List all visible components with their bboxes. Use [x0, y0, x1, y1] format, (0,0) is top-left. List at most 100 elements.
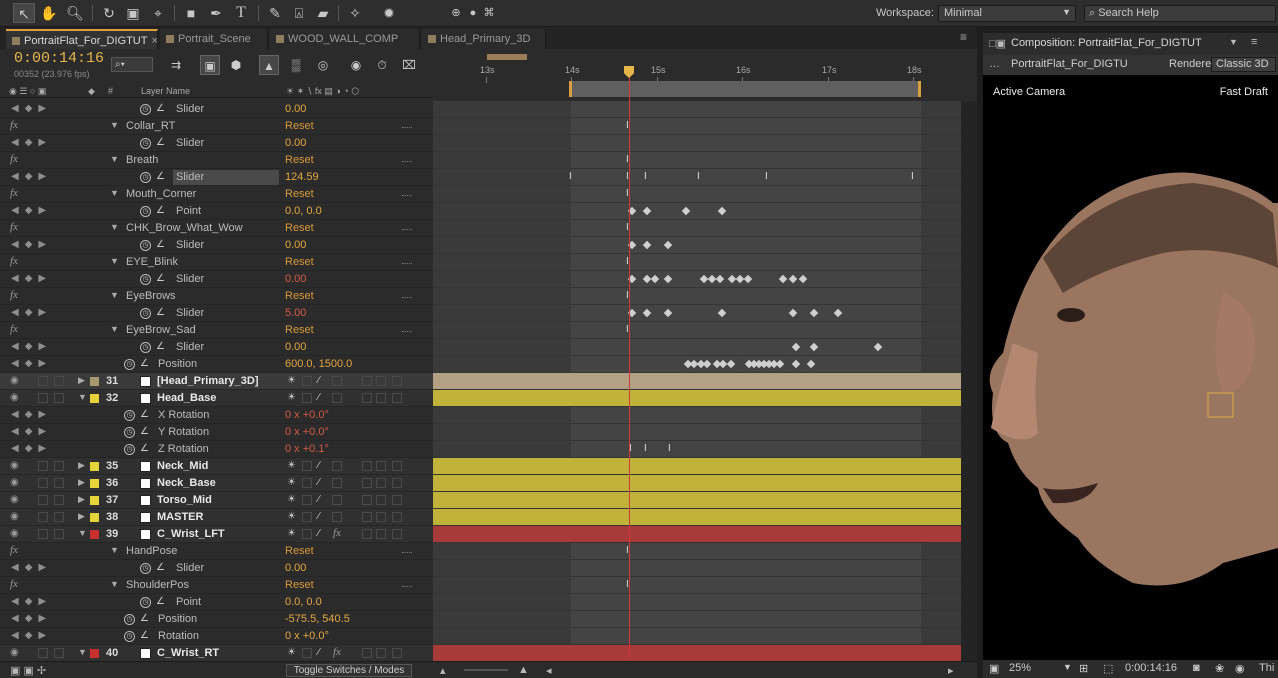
- quality-switch[interactable]: [302, 461, 312, 471]
- 3d-layer-switch[interactable]: [392, 393, 402, 403]
- property-value[interactable]: 0 x +0.0°: [285, 630, 329, 642]
- graph-icon[interactable]: ∠: [156, 273, 165, 284]
- quality-switch[interactable]: [302, 393, 312, 403]
- tab-composition[interactable]: Composition: PortraitFlat_For_DIGTUT: [1011, 37, 1202, 49]
- quality-slash-icon[interactable]: ∕: [318, 477, 320, 488]
- keyframe-navigator-icon[interactable]: ◀◆▶: [11, 273, 52, 284]
- shy-switch-icon[interactable]: ☀: [287, 392, 296, 403]
- track-row[interactable]: [433, 203, 961, 220]
- panel-menu-icon[interactable]: ≡: [960, 30, 967, 44]
- keyframe-navigator-icon[interactable]: ◀◆▶: [11, 426, 52, 437]
- property-value[interactable]: 0.0, 0.0: [285, 205, 322, 217]
- layer-duration-bar[interactable]: [433, 475, 961, 492]
- property-row[interactable]: ◀◆▶ ◷ ∠ Slider 5.00: [0, 305, 433, 322]
- reset-link[interactable]: Reset: [285, 579, 314, 591]
- tab-wood-wall-comp[interactable]: WOOD_WALL_COMP: [270, 29, 420, 49]
- property-row[interactable]: ◀◆▶ ◷ ∠ Rotation 0 x +0.0°: [0, 628, 433, 645]
- effect-row[interactable]: fx ▼ Collar_RT Reset: [0, 118, 433, 135]
- property-value[interactable]: 0.00: [285, 562, 306, 574]
- twirl-open-icon[interactable]: ▼: [78, 392, 87, 402]
- graph-icon[interactable]: ∠: [156, 239, 165, 250]
- clone-stamp-tool-icon[interactable]: ⍓: [288, 3, 310, 23]
- track-row[interactable]: [433, 322, 961, 339]
- track-row[interactable]: [433, 186, 961, 203]
- timeline-tracks[interactable]: IIIIIIIIIIIIIIIIII: [433, 101, 961, 661]
- effect-row[interactable]: fx ▼ Breath Reset: [0, 152, 433, 169]
- stopwatch-icon[interactable]: ⏱︎: [372, 55, 392, 75]
- toggle-region-icon[interactable]: ▣: [989, 662, 999, 675]
- solo-switch[interactable]: [38, 478, 48, 488]
- lock-switch[interactable]: [54, 393, 64, 403]
- shy-switch-icon[interactable]: ☀: [287, 511, 296, 522]
- graph-icon[interactable]: ∠: [156, 137, 165, 148]
- effect-switch[interactable]: [332, 512, 342, 522]
- property-value[interactable]: 0.00: [285, 341, 306, 353]
- quality-slash-icon[interactable]: ∕: [318, 511, 320, 522]
- track-row[interactable]: [433, 135, 961, 152]
- show-channel-icon[interactable]: ❀: [1215, 662, 1224, 675]
- label-color-swatch[interactable]: [90, 462, 99, 471]
- graph-icon[interactable]: ∠: [156, 103, 165, 114]
- effect-row[interactable]: fx ▼ CHK_Brow_What_Wow Reset: [0, 220, 433, 237]
- label-color-swatch[interactable]: [90, 479, 99, 488]
- quality-switch[interactable]: [302, 512, 312, 522]
- effect-switch[interactable]: [332, 393, 342, 403]
- stopwatch-icon[interactable]: ◷: [140, 563, 151, 574]
- comp-name[interactable]: PortraitFlat_For_DIGTU: [1011, 58, 1131, 70]
- graph-icon[interactable]: ∠: [140, 426, 149, 437]
- stopwatch-icon[interactable]: ◷: [124, 427, 135, 438]
- property-row[interactable]: ◀◆▶ ◷ ∠ Slider 124.59: [0, 169, 433, 186]
- keyframe-navigator-icon[interactable]: ◀◆▶: [11, 443, 52, 454]
- solo-switch[interactable]: [38, 461, 48, 471]
- layer-name[interactable]: MASTER: [157, 511, 203, 523]
- camera-tool-icon[interactable]: ▣: [122, 3, 144, 23]
- scroll-right-icon[interactable]: ▸: [948, 664, 954, 677]
- lock-switch[interactable]: [54, 495, 64, 505]
- property-value[interactable]: 0 x +0.0°: [285, 409, 329, 421]
- solo-switch[interactable]: [38, 495, 48, 505]
- chevron-down-icon[interactable]: ▼: [1063, 662, 1072, 672]
- hold-keyframe[interactable]: I: [644, 444, 649, 454]
- timeline-scrollbar[interactable]: [961, 101, 977, 661]
- visibility-eye-icon[interactable]: ◉: [10, 477, 19, 488]
- work-area-bar[interactable]: [569, 81, 921, 97]
- 3d-layer-switch[interactable]: [392, 648, 402, 658]
- twirl-open-icon[interactable]: ▼: [110, 154, 119, 164]
- keyframe-navigator-icon[interactable]: ◀◆▶: [11, 562, 52, 573]
- stopwatch-icon[interactable]: ◷: [140, 597, 151, 608]
- track-row[interactable]: [433, 118, 961, 135]
- property-row[interactable]: ◀◆▶ ◷ ∠ Slider 0.00: [0, 237, 433, 254]
- puppet-pin-tool-icon[interactable]: ✹: [378, 3, 400, 23]
- graph-icon[interactable]: ∠: [156, 341, 165, 352]
- adjustment-switch[interactable]: [376, 376, 386, 386]
- pan-behind-tool-icon[interactable]: ⌖: [147, 3, 169, 23]
- layer-row[interactable]: ◉ ▶ 38 MASTER ☀ ∕: [0, 509, 433, 526]
- type-tool-icon[interactable]: T: [230, 3, 252, 23]
- layer-duration-bar[interactable]: [433, 492, 961, 509]
- visibility-eye-icon[interactable]: ◉: [10, 392, 19, 403]
- hold-keyframe[interactable]: I: [911, 172, 916, 182]
- track-row[interactable]: [433, 628, 961, 645]
- graph-editor-icon[interactable]: ◉: [346, 55, 366, 75]
- keyframe-navigator-icon[interactable]: ◀◆▶: [11, 103, 52, 114]
- stopwatch-icon[interactable]: ◷: [140, 240, 151, 251]
- lock-switch[interactable]: [54, 478, 64, 488]
- track-row[interactable]: [433, 220, 961, 237]
- reset-link[interactable]: Reset: [285, 324, 314, 336]
- fx-icon[interactable]: fx: [10, 544, 18, 556]
- toggle-switches-modes-button[interactable]: Toggle Switches / Modes: [286, 664, 412, 677]
- stopwatch-icon[interactable]: ◷: [140, 274, 151, 285]
- motion-blur-switch[interactable]: [362, 529, 372, 539]
- stopwatch-icon[interactable]: ◷: [124, 410, 135, 421]
- layer-name[interactable]: C_Wrist_LFT: [157, 528, 225, 540]
- time-navigator[interactable]: [487, 54, 527, 60]
- reset-link[interactable]: Reset: [285, 545, 314, 557]
- twirl-open-icon[interactable]: ▼: [110, 545, 119, 555]
- stopwatch-icon[interactable]: ◷: [140, 206, 151, 217]
- stopwatch-icon[interactable]: ◷: [124, 444, 135, 455]
- fx-icon[interactable]: fx: [10, 323, 18, 335]
- fx-icon[interactable]: fx: [10, 578, 18, 590]
- twirl-open-icon[interactable]: ▼: [110, 256, 119, 266]
- solo-switch[interactable]: [38, 529, 48, 539]
- visibility-eye-icon[interactable]: ◉: [10, 494, 19, 505]
